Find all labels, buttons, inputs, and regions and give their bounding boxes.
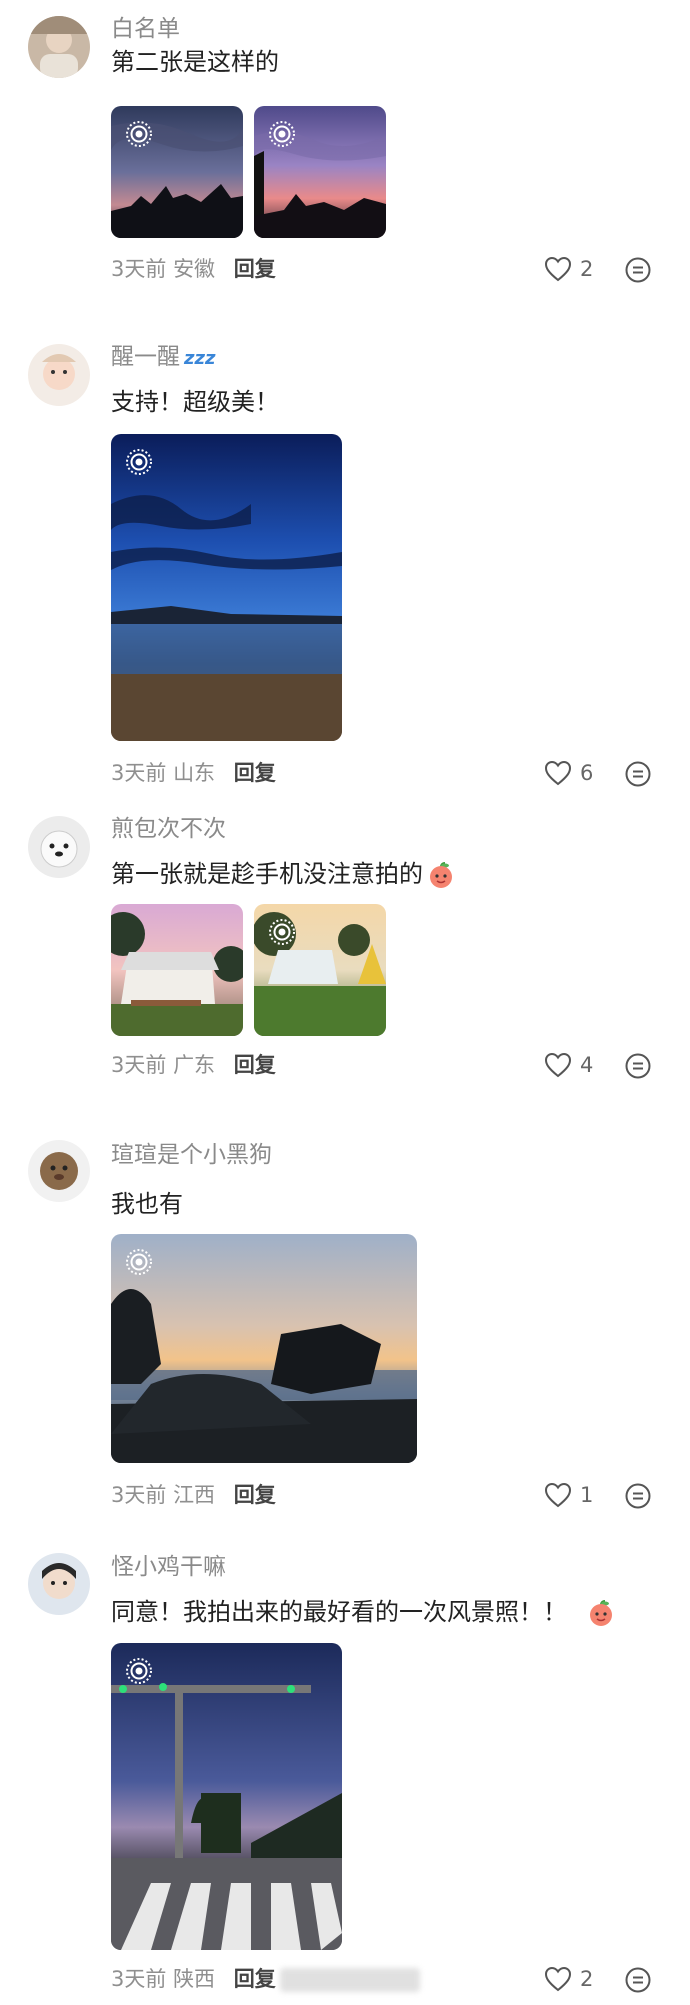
comment-image[interactable]: [111, 1234, 417, 1463]
live-photo-icon: [125, 1248, 153, 1276]
comment-time: 3天前: [111, 1967, 167, 1991]
comment-time: 3天前: [111, 1483, 167, 1507]
username[interactable]: 煎包次不次: [111, 814, 226, 844]
username[interactable]: 醒一醒 zzz: [111, 342, 215, 374]
reply-button[interactable]: 回复: [234, 1483, 276, 1507]
more-options-icon[interactable]: [624, 760, 652, 788]
reply-button[interactable]: 回复: [234, 1967, 276, 1991]
like-button[interactable]: 2: [544, 1964, 630, 1994]
comment-time: 3天前: [111, 1053, 167, 1077]
more-options-icon[interactable]: [624, 256, 652, 284]
heart-icon: [544, 256, 572, 282]
like-button[interactable]: 4: [544, 1050, 630, 1080]
live-photo-icon: [268, 120, 296, 148]
avatar[interactable]: [28, 816, 90, 878]
more-options-icon[interactable]: [624, 1966, 652, 1994]
more-options-icon[interactable]: [624, 1482, 652, 1510]
peach-emoji-icon: [587, 1599, 615, 1627]
username[interactable]: 白名单: [111, 14, 180, 44]
heart-icon: [544, 1052, 572, 1078]
comment-meta: 3天前 山东 回复: [111, 758, 276, 788]
like-count: 4: [580, 1053, 594, 1077]
like-count: 2: [580, 1967, 594, 1991]
comment-meta: 3天前 安徽 回复: [111, 254, 276, 284]
comment-text: 我也有: [111, 1190, 183, 1218]
avatar[interactable]: [28, 16, 90, 78]
comment-image[interactable]: [254, 904, 386, 1036]
live-photo-icon: [268, 918, 296, 946]
like-count: 2: [580, 257, 594, 281]
heart-icon: [544, 1482, 572, 1508]
avatar[interactable]: [28, 344, 90, 406]
comment-image[interactable]: [111, 1643, 342, 1950]
like-button[interactable]: 6: [544, 758, 630, 788]
username[interactable]: 瑄瑄是个小黑狗: [111, 1140, 272, 1170]
like-button[interactable]: 2: [544, 254, 630, 284]
comment-text: 支持！超级美！: [111, 388, 279, 416]
comment-location: 广东: [173, 1053, 216, 1077]
comment-location: 安徽: [173, 257, 216, 281]
sleep-zzz-icon: zzz: [184, 348, 216, 369]
like-button[interactable]: 1: [544, 1480, 630, 1510]
comment-text: 同意！我拍出来的最好看的一次风景照！！: [111, 1596, 615, 1628]
avatar[interactable]: [28, 1553, 90, 1615]
comment-image[interactable]: [111, 434, 342, 741]
comment-text: 第一张就是趁手机没注意拍的: [111, 858, 455, 890]
comment-location: 江西: [173, 1483, 216, 1507]
live-photo-icon: [125, 1657, 153, 1685]
comment-text: 第二张是这样的: [111, 48, 279, 76]
comment-image[interactable]: [111, 904, 243, 1036]
username[interactable]: 怪小鸡干嘛: [111, 1552, 226, 1582]
comment-meta: 3天前 江西 回复: [111, 1480, 276, 1510]
watermark-blur: [280, 1968, 420, 1992]
comment-location: 陕西: [173, 1967, 216, 1991]
live-photo-icon: [125, 120, 153, 148]
comment-time: 3天前: [111, 761, 167, 785]
peach-emoji-icon: [427, 861, 455, 889]
comment-location: 山东: [173, 761, 216, 785]
comment-meta: 3天前 广东 回复: [111, 1050, 276, 1080]
live-photo-icon: [125, 448, 153, 476]
heart-icon: [544, 1966, 572, 1992]
reply-button[interactable]: 回复: [234, 257, 276, 281]
reply-button[interactable]: 回复: [234, 1053, 276, 1077]
comment-image[interactable]: [254, 106, 386, 238]
heart-icon: [544, 760, 572, 786]
comment-image[interactable]: [111, 106, 243, 238]
comment-time: 3天前: [111, 257, 167, 281]
like-count: 1: [580, 1483, 594, 1507]
more-options-icon[interactable]: [624, 1052, 652, 1080]
comment-meta: 3天前 陕西 回复: [111, 1964, 276, 1994]
like-count: 6: [580, 761, 594, 785]
reply-button[interactable]: 回复: [234, 761, 276, 785]
avatar[interactable]: [28, 1140, 90, 1202]
